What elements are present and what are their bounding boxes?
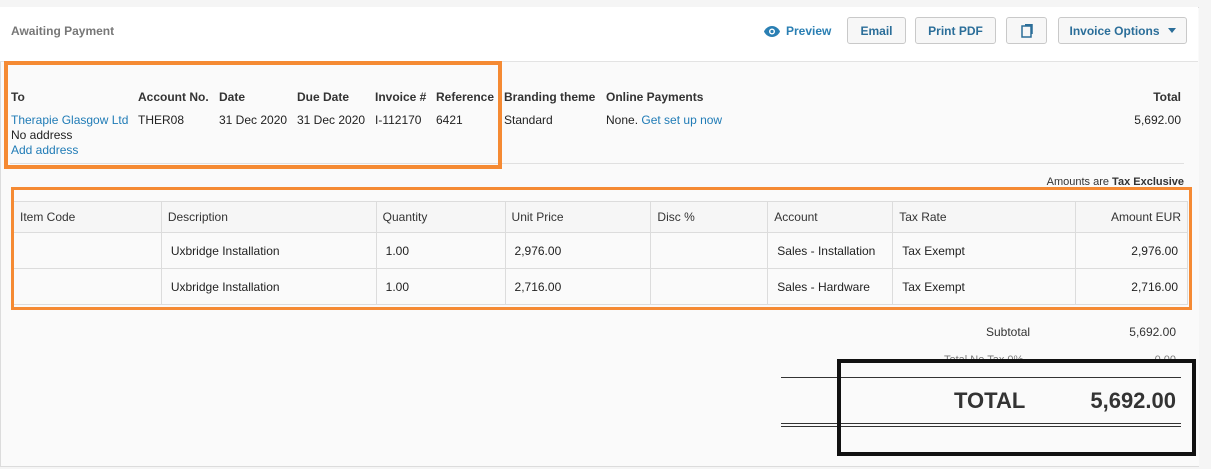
- cell-quantity[interactable]: 1.00: [375, 268, 506, 305]
- cell-unit-price[interactable]: 2,716.00: [504, 268, 652, 305]
- subtotal-value: 5,692.00: [1129, 325, 1176, 339]
- online-payments-status: None.: [606, 113, 639, 127]
- tax-total-label: Total No Tax 0%: [944, 354, 1024, 366]
- contact-link[interactable]: Therapie Glasgow Ltd: [11, 113, 128, 127]
- chevron-down-icon: [1167, 28, 1176, 33]
- cell-description[interactable]: Uxbridge Installation: [160, 232, 377, 269]
- total-rule-top: [781, 377, 1181, 378]
- date-label: Date: [219, 90, 246, 104]
- column-header-item-code: Item Code: [13, 201, 162, 233]
- eye-icon: [764, 26, 780, 37]
- divider: [10, 163, 1184, 164]
- copy-button[interactable]: [1006, 17, 1047, 44]
- amounts-note: Amounts are Tax Exclusive: [1047, 176, 1184, 188]
- invoice-number-value: I-112170: [375, 113, 422, 127]
- date-value: 31 Dec 2020: [219, 113, 288, 127]
- online-payments-value: None. Get set up now: [606, 113, 722, 127]
- email-button[interactable]: Email: [847, 17, 906, 44]
- cell-amount: 2,976.00: [1075, 232, 1188, 269]
- column-header-description: Description: [160, 201, 377, 233]
- reference-value: 6421: [436, 113, 463, 127]
- cell-unit-price[interactable]: 2,976.00: [504, 232, 652, 269]
- column-header-disc: Disc %: [650, 201, 769, 233]
- total-rule-double: [781, 426, 1181, 427]
- copy-icon: [1020, 23, 1033, 38]
- amounts-mode[interactable]: Tax Exclusive: [1112, 176, 1184, 188]
- cell-account[interactable]: Sales - Hardware: [767, 268, 894, 305]
- preview-link[interactable]: Preview: [764, 24, 831, 38]
- reference-label: Reference: [436, 90, 495, 104]
- total-label: Total: [1153, 90, 1181, 104]
- grand-total-value: 5,692.00: [1090, 388, 1176, 413]
- column-header-tax-rate: Tax Rate: [892, 201, 1077, 233]
- cell-disc[interactable]: [650, 268, 769, 305]
- preview-label: Preview: [786, 24, 832, 38]
- branding-value: Standard: [504, 113, 553, 127]
- total-rule-double: [781, 423, 1181, 424]
- table-row[interactable]: Uxbridge Installation 1.00 2,716.00 Sale…: [13, 268, 1188, 305]
- account-value: THER08: [138, 113, 185, 127]
- subtotal-label: Subtotal: [986, 325, 1031, 339]
- column-header-account: Account: [767, 201, 894, 233]
- tax-total-value: 0.00: [1154, 354, 1176, 366]
- invoice-options-button[interactable]: Invoice Options: [1058, 17, 1187, 44]
- cell-account[interactable]: Sales - Installation: [767, 232, 894, 269]
- grand-total-label: TOTAL: [954, 388, 1026, 413]
- column-header-amount: Amount EUR: [1075, 201, 1188, 233]
- invoice-number-label: Invoice #: [375, 90, 427, 104]
- print-pdf-button[interactable]: Print PDF: [915, 17, 996, 44]
- cell-disc[interactable]: [650, 232, 769, 269]
- due-date-value: 31 Dec 2020: [297, 113, 366, 127]
- table-row[interactable]: Uxbridge Installation 1.00 2,976.00 Sale…: [13, 232, 1188, 269]
- column-header-quantity: Quantity: [375, 201, 506, 233]
- cell-quantity[interactable]: 1.00: [375, 232, 506, 269]
- online-payments-label: Online Payments: [606, 90, 704, 104]
- branding-label: Branding theme: [504, 90, 596, 104]
- cell-tax-rate[interactable]: Tax Exempt: [892, 232, 1077, 269]
- invoice-status: Awaiting Payment: [11, 24, 115, 38]
- column-header-unit-price: Unit Price: [504, 201, 652, 233]
- total-value: 5,692.00: [1134, 113, 1181, 127]
- amounts-note-prefix: Amounts are: [1046, 176, 1109, 188]
- cell-description[interactable]: Uxbridge Installation: [160, 268, 377, 305]
- invoice-options-label: Invoice Options: [1069, 23, 1160, 38]
- cell-amount: 2,716.00: [1075, 268, 1188, 305]
- cell-item-code[interactable]: [13, 268, 162, 305]
- due-date-label: Due Date: [297, 90, 350, 104]
- table-header-row: Item Code Description Quantity Unit Pric…: [13, 201, 1188, 233]
- cell-tax-rate[interactable]: Tax Exempt: [892, 268, 1077, 305]
- line-items-table: Item Code Description Quantity Unit Pric…: [13, 201, 1188, 305]
- cell-item-code[interactable]: [13, 232, 162, 269]
- account-label: Account No.: [138, 90, 209, 104]
- to-label: To: [11, 90, 25, 104]
- add-address-link[interactable]: Add address: [11, 143, 78, 157]
- get-set-up-link[interactable]: Get set up now: [641, 113, 722, 127]
- contact-address: No address: [11, 128, 73, 142]
